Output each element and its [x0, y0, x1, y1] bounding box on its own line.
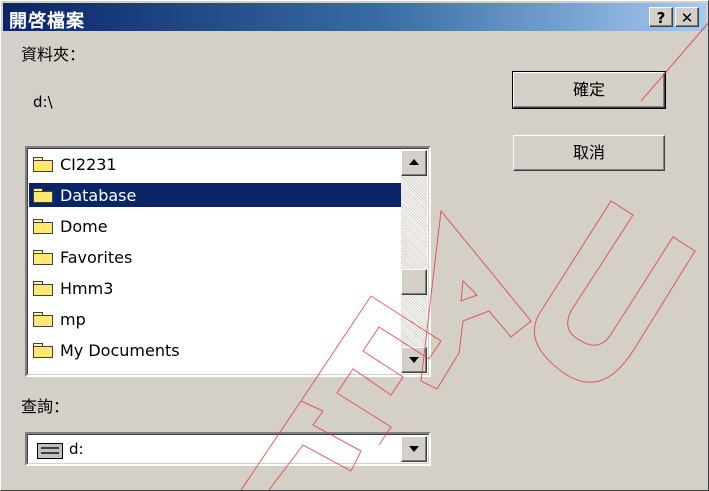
- help-button[interactable]: ?: [649, 7, 673, 27]
- folder-icon: [33, 187, 53, 203]
- folder-name: Dome: [60, 216, 108, 236]
- folder-icon: [33, 342, 53, 358]
- folder-name: Database: [60, 185, 137, 205]
- arrow-up-icon: [409, 159, 419, 165]
- cancel-button[interactable]: 取消: [513, 135, 665, 171]
- dialog-title: 開啓檔案: [9, 11, 85, 32]
- folder-list-scrollbar[interactable]: [401, 150, 427, 373]
- folder-name: My Documents: [60, 340, 180, 360]
- scroll-up-button[interactable]: [401, 150, 427, 176]
- open-file-dialog: 開啓檔案 ? ✕ 資料夾： d:\ CI2231 Database Dome Favo…: [0, 0, 709, 491]
- drive-value: d:: [69, 440, 84, 458]
- drive-label: 查詢：: [21, 397, 70, 416]
- current-path: d:\: [33, 93, 53, 111]
- folder-icon: [33, 249, 53, 265]
- title-bar[interactable]: 開啓檔案 ? ✕: [3, 3, 706, 32]
- folders-label: 資料夾：: [21, 45, 86, 64]
- arrow-down-icon: [409, 357, 419, 363]
- drive-icon: [37, 443, 63, 459]
- folder-list-item[interactable]: Hmm3: [33, 276, 123, 300]
- folder-name: Hmm3: [60, 278, 114, 298]
- folder-name: mp: [60, 309, 86, 329]
- folder-list-item[interactable]: My Documents: [33, 338, 190, 362]
- drive-select[interactable]: d:: [25, 432, 431, 466]
- scroll-down-button[interactable]: [401, 347, 427, 373]
- close-button[interactable]: ✕: [675, 7, 699, 27]
- folder-icon: [33, 156, 53, 172]
- folder-list-item[interactable]: Favorites: [33, 245, 142, 269]
- folder-list[interactable]: CI2231 Database Dome Favorites Hmm3 mp My Docu…: [25, 146, 431, 377]
- folder-list-item[interactable]: Database: [29, 183, 407, 207]
- chevron-down-icon: [409, 446, 419, 452]
- ok-button[interactable]: 確定: [512, 71, 666, 109]
- scroll-thumb[interactable]: [401, 269, 427, 295]
- folder-name: Favorites: [60, 247, 133, 267]
- folder-name: CI2231: [60, 154, 117, 174]
- folder-icon: [33, 218, 53, 234]
- drive-dropdown-button[interactable]: [401, 436, 427, 462]
- folder-list-item[interactable]: Dome: [33, 214, 118, 238]
- folder-list-item[interactable]: mp: [33, 307, 96, 331]
- folder-icon: [33, 280, 53, 296]
- folder-list-item[interactable]: CI2231: [33, 152, 127, 176]
- folder-icon: [33, 311, 53, 327]
